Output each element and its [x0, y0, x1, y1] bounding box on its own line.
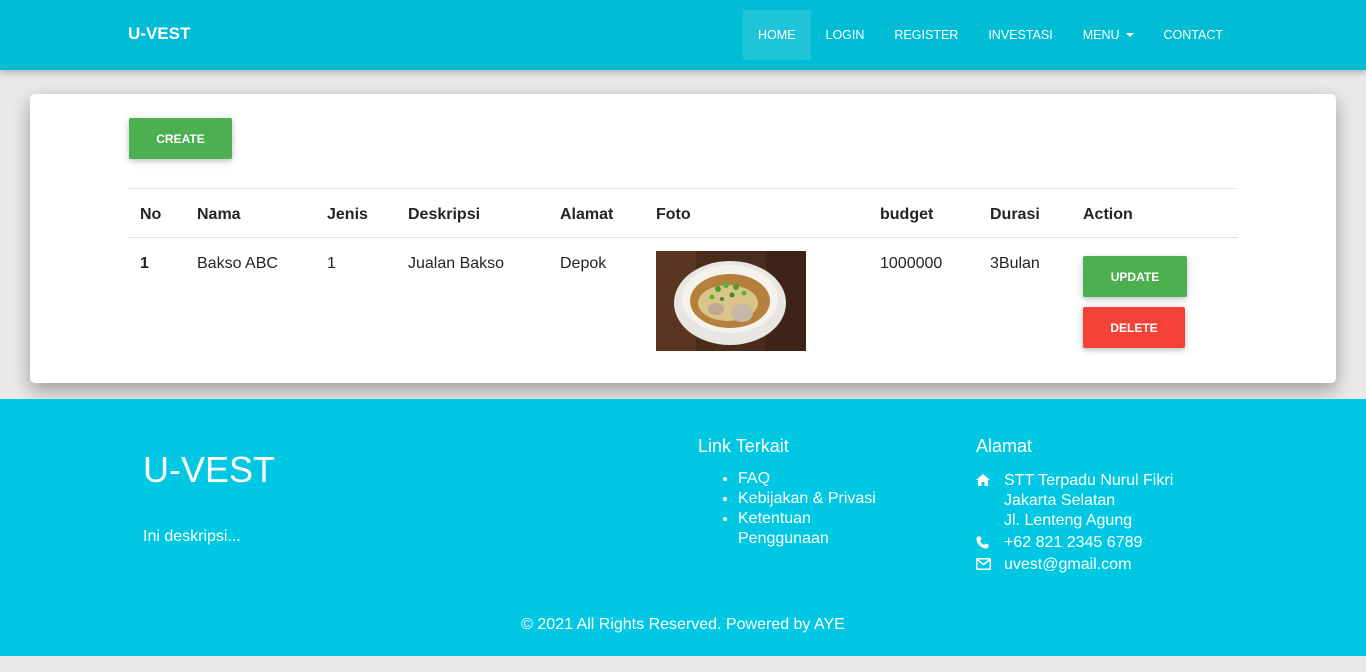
header-deskripsi: Deskripsi: [408, 206, 481, 223]
footer-link-faq[interactable]: FAQ: [738, 469, 888, 489]
address-line-3: Jl. Lenteng Agung: [1004, 512, 1133, 529]
navbar-brand[interactable]: U-VEST: [128, 24, 190, 44]
footer-address: STT Terpadu Nurul Fikri Jakarta Selatan …: [976, 471, 1173, 531]
header-durasi: Durasi: [990, 206, 1040, 223]
header-foto: Foto: [656, 206, 691, 223]
email-text[interactable]: uvest@gmail.com: [1004, 555, 1131, 575]
footer-email: uvest@gmail.com: [976, 555, 1131, 575]
cell-no: 1: [140, 255, 149, 272]
address-line-2: Jakarta Selatan: [1004, 492, 1116, 509]
update-button[interactable]: UPDATE: [1083, 256, 1187, 297]
footer-phone: +62 821 2345 6789: [976, 533, 1142, 553]
cell-durasi: 3Bulan: [990, 255, 1040, 272]
cell-deskripsi: Jualan Bakso: [408, 255, 505, 272]
data-table: No Nama Jenis Deskripsi Alamat Foto budg…: [128, 188, 1238, 378]
header-jenis: Jenis: [327, 206, 368, 223]
cell-budget: 1000000: [880, 255, 943, 272]
header-alamat: Alamat: [560, 206, 614, 223]
footer-brand: U-VEST: [143, 449, 276, 490]
footer-link-terms[interactable]: Ketentuan Penggunaan: [738, 509, 888, 549]
footer-address-title: Alamat: [976, 436, 1033, 456]
footer-link-privacy[interactable]: Kebijakan & Privasi: [738, 489, 888, 509]
nav-investasi[interactable]: INVESTASI: [973, 10, 1067, 60]
nav-contact[interactable]: CONTACT: [1149, 10, 1239, 60]
create-button[interactable]: CREATE: [129, 118, 232, 159]
nav-menu: HOME LOGIN REGISTER INVESTASI MENU CONTA…: [743, 10, 1238, 60]
copyright: © 2021 All Rights Reserved. Powered by A…: [521, 616, 845, 633]
header-nama: Nama: [197, 206, 241, 223]
footer-links: FAQ Kebijakan & Privasi Ketentuan Penggu…: [738, 469, 888, 549]
content-card: CREATE No Nama Jenis Deskripsi Alamat Fo…: [30, 94, 1336, 383]
header-action: Action: [1083, 206, 1133, 223]
envelope-icon: [976, 555, 1004, 575]
header-budget: budget: [880, 206, 934, 223]
delete-button[interactable]: DELETE: [1083, 307, 1185, 348]
table-row: 1 Bakso ABC 1 Jualan Bakso Depok 1000000…: [128, 238, 1238, 378]
header-no: No: [140, 206, 162, 223]
footer-links-title: Link Terkait: [698, 436, 789, 456]
navbar: U-VEST HOME LOGIN REGISTER INVESTASI MEN…: [0, 0, 1366, 70]
nav-login[interactable]: LOGIN: [811, 10, 880, 60]
cell-nama: Bakso ABC: [197, 255, 278, 272]
caret-down-icon: [1125, 33, 1134, 37]
address-line-1: STT Terpadu Nurul Fikri: [1004, 472, 1174, 489]
footer: U-VEST Ini deskripsi... Link Terkait FAQ…: [0, 399, 1366, 656]
nav-home[interactable]: HOME: [743, 10, 811, 60]
cell-jenis: 1: [327, 255, 336, 272]
table-header: No Nama Jenis Deskripsi Alamat Foto budg…: [128, 188, 1238, 238]
nav-menu-dropdown[interactable]: MENU: [1068, 10, 1149, 60]
home-icon: [976, 471, 1004, 531]
bakso-photo: [656, 251, 806, 351]
cell-alamat: Depok: [560, 255, 607, 272]
footer-description: Ini deskripsi...: [143, 528, 241, 545]
nav-register[interactable]: REGISTER: [879, 10, 973, 60]
phone-icon: [976, 533, 1004, 553]
phone-text: +62 821 2345 6789: [1004, 534, 1143, 551]
